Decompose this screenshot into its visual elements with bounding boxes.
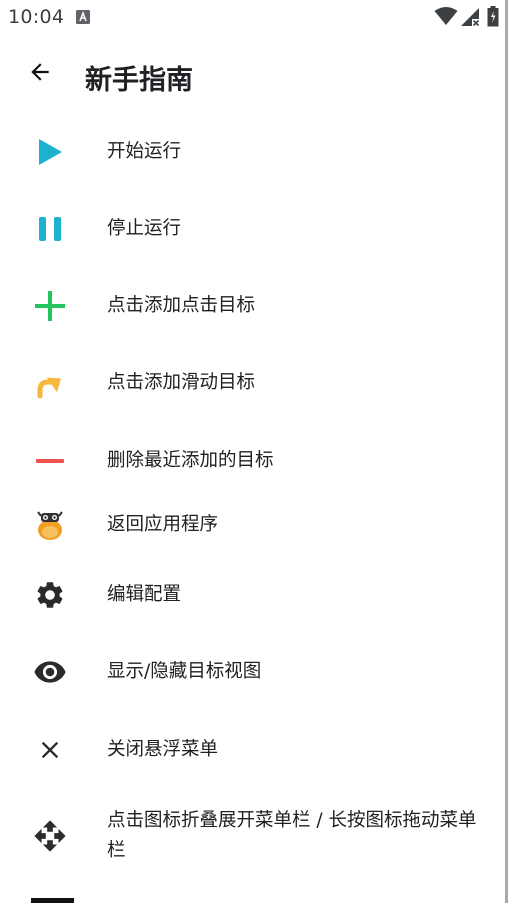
list-item-stop: 停止运行	[0, 207, 508, 251]
back-button[interactable]	[18, 54, 62, 94]
list-item-label: 点击图标折叠展开菜单栏 / 长按图标拖动菜单栏	[107, 810, 477, 861]
eye-icon	[24, 650, 76, 694]
list-item-delete: 删除最近添加的目标	[0, 439, 508, 483]
list-item-label: 停止运行	[107, 218, 182, 239]
app-bar: 新手指南	[0, 42, 508, 108]
list-item-edit-config: 编辑配置	[0, 573, 508, 617]
battery-icon	[487, 6, 499, 27]
arrow-back-icon	[27, 59, 53, 89]
close-icon	[24, 728, 76, 772]
list-item-start: 开始运行	[0, 130, 508, 174]
play-icon	[24, 130, 76, 174]
list-item-add-swipe: 点击添加滑动目标	[0, 361, 508, 405]
list-item-return-app: 返回应用程序	[0, 503, 508, 547]
pause-icon	[24, 207, 76, 251]
list-item-label: 显示/隐藏目标视图	[107, 661, 262, 682]
font-a-icon	[76, 9, 90, 24]
list-item-toggle-view: 显示/隐藏目标视图	[0, 650, 508, 694]
app-mascot-icon	[24, 503, 76, 547]
move-icon	[24, 814, 76, 858]
list-item-label: 删除最近添加的目标	[107, 450, 274, 471]
swipe-arrow-icon	[24, 361, 76, 405]
list-item-add-click: 点击添加点击目标	[0, 284, 508, 328]
list-item-move-menu: 点击图标折叠展开菜单栏 / 长按图标拖动菜单栏	[0, 806, 508, 866]
wifi-icon	[434, 6, 458, 26]
list-item-label: 返回应用程序	[107, 514, 219, 535]
plus-icon	[24, 284, 76, 328]
list-item-label: 点击添加滑动目标	[107, 372, 256, 393]
signal-no-data-icon	[460, 7, 480, 27]
list-item-label: 开始运行	[107, 141, 182, 162]
list-item-label: 编辑配置	[107, 584, 182, 605]
list-item-label: 关闭悬浮菜单	[107, 739, 219, 760]
page-title: 新手指南	[85, 65, 193, 96]
status-bar: 10:04	[0, 0, 508, 34]
bottom-indicator	[31, 898, 74, 903]
minus-icon	[24, 439, 76, 483]
list-item-close-menu: 关闭悬浮菜单	[0, 728, 508, 772]
status-time: 10:04	[8, 6, 65, 28]
list-item-label: 点击添加点击目标	[107, 295, 256, 316]
gear-icon	[24, 573, 76, 617]
